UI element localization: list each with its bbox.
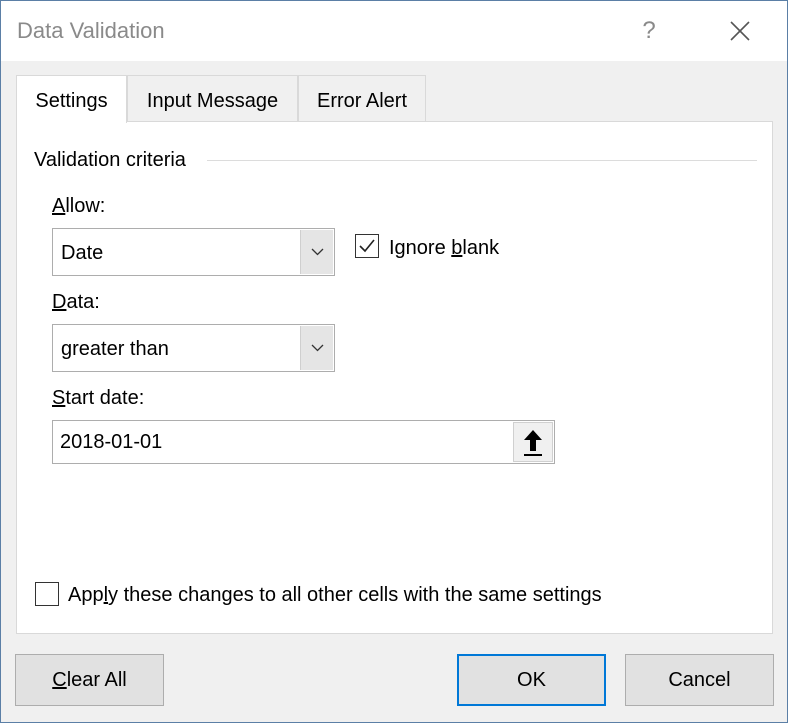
apply-to-all-checkbox[interactable] xyxy=(35,582,59,606)
allow-dropdown-button[interactable] xyxy=(300,230,333,274)
start-date-value: 2018-01-01 xyxy=(60,431,163,453)
data-label: Data: xyxy=(52,291,100,313)
allow-label: Allow: xyxy=(52,195,106,217)
cancel-button[interactable]: Cancel xyxy=(625,654,774,706)
data-dropdown-button[interactable] xyxy=(300,326,333,370)
group-divider xyxy=(207,160,757,161)
start-date-label: Start date: xyxy=(52,387,145,409)
data-dropdown[interactable]: greater than xyxy=(52,324,335,372)
clear-all-button[interactable]: Clear All xyxy=(15,654,164,706)
ignore-blank-checkbox[interactable] xyxy=(355,234,379,258)
allow-value: Date xyxy=(61,242,104,264)
collapse-arrow-up-icon xyxy=(524,430,542,456)
validation-criteria-label: Validation criteria xyxy=(34,149,192,172)
apply-to-all-label: Apply these changes to all other cells w… xyxy=(68,584,602,606)
tab-error-alert[interactable]: Error Alert xyxy=(298,75,426,122)
chevron-down-icon xyxy=(311,248,324,256)
tab-input-message-label: Input Message xyxy=(146,90,279,112)
ignore-blank-label: Ignore blank xyxy=(389,237,500,259)
data-value: greater than xyxy=(61,338,169,360)
start-date-input[interactable]: 2018-01-01 xyxy=(52,420,555,464)
checkmark-icon xyxy=(359,239,375,253)
help-icon: ? xyxy=(642,17,656,44)
collapse-dialog-button[interactable] xyxy=(513,422,553,462)
tab-input-message[interactable]: Input Message xyxy=(127,75,298,122)
dialog-title: Data Validation xyxy=(17,18,165,43)
tab-error-alert-label: Error Alert xyxy=(316,90,408,112)
help-button[interactable]: ? xyxy=(631,11,667,51)
title-bar: Data Validation ? xyxy=(1,1,787,61)
allow-dropdown[interactable]: Date xyxy=(52,228,335,276)
chevron-down-icon xyxy=(311,344,324,352)
ok-button[interactable]: OK xyxy=(457,654,606,706)
settings-panel: Validation criteria Allow: Date Ignore b… xyxy=(16,121,773,634)
data-validation-dialog: Data Validation ? Settings Input Message… xyxy=(0,0,788,723)
tab-settings-label: Settings xyxy=(35,90,108,112)
close-icon xyxy=(730,21,750,41)
close-button[interactable] xyxy=(717,11,763,51)
tab-settings[interactable]: Settings xyxy=(16,75,127,123)
